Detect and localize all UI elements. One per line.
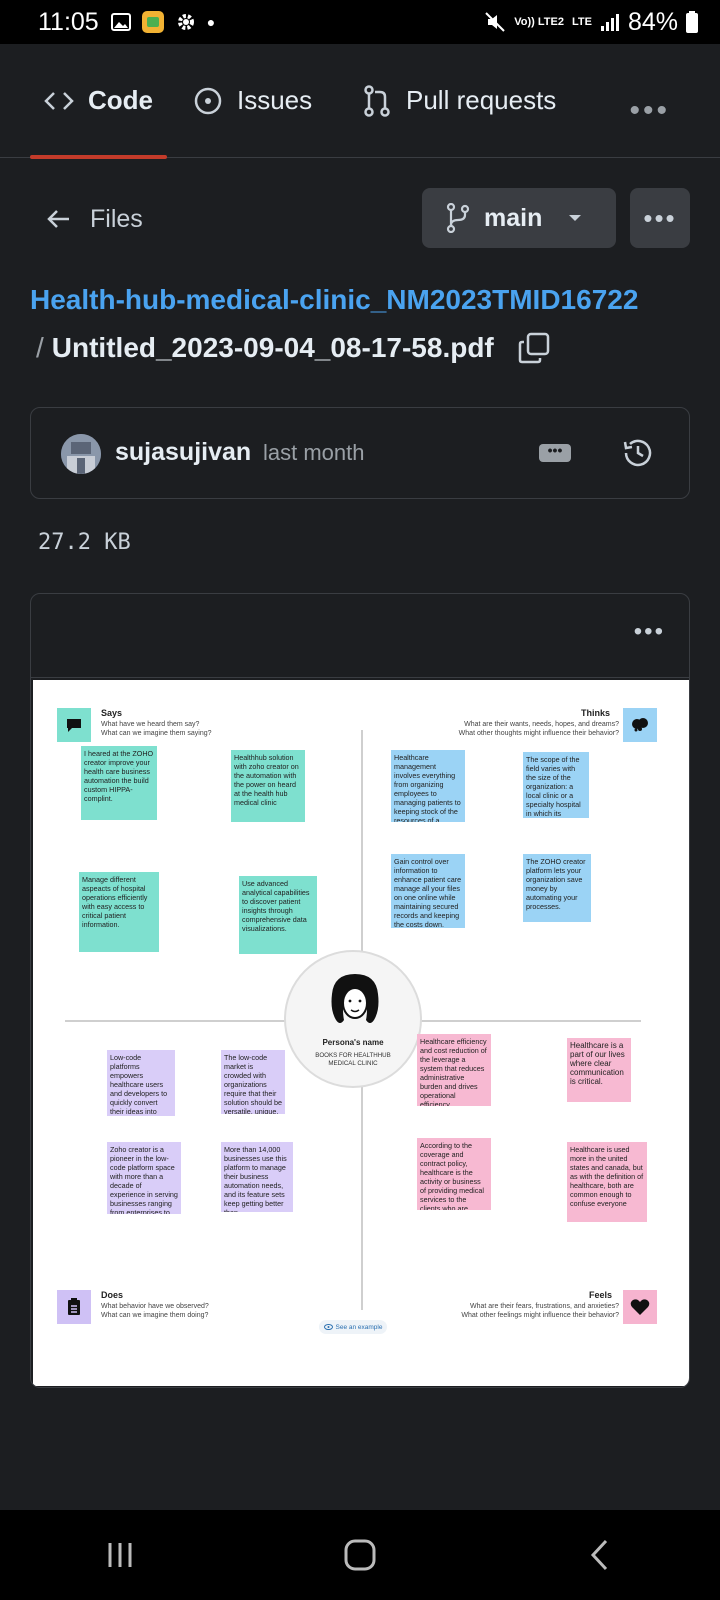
file-size: 27.2 KB (38, 530, 131, 555)
sticky-note: Gain control over information to enhance… (391, 854, 465, 928)
copy-icon[interactable] (518, 332, 550, 364)
status-time: 11:05 (38, 7, 99, 36)
branch-name: main (484, 203, 543, 232)
sticky-note: The ZOHO creator platform lets your orga… (523, 854, 591, 922)
arrow-left-icon (47, 210, 69, 228)
status-system-icons: Vo)) LTE2 LTE 84% (484, 8, 698, 37)
sticky-note: More than 14,000 businesses use this pla… (221, 1142, 293, 1212)
issue-icon (194, 87, 222, 114)
network-label: Vo)) LTE2 (514, 16, 564, 28)
signal-icon (600, 14, 619, 31)
does-sub-1: What behavior have we observed? (101, 1303, 209, 1310)
pdf-preview-card: ••• Says What have we heard them say? Wh… (30, 593, 690, 1388)
says-sub-1: What have we heard them say? (101, 721, 200, 728)
sticky-note: Healthcare efficiency and cost reduction… (417, 1034, 491, 1106)
thought-cloud-icon (623, 708, 657, 742)
game-app-icon (141, 11, 164, 33)
pdf-preview-header: ••• (31, 594, 689, 678)
tab-issues-label: Issues (237, 85, 313, 115)
back-button[interactable] (570, 1525, 630, 1585)
sticky-note: Healthcare management involves everythin… (391, 750, 465, 822)
recents-icon (108, 1543, 132, 1567)
recent-apps-button[interactable] (90, 1525, 150, 1585)
settings-gear-icon (177, 14, 194, 30)
tab-code-label: Code (88, 85, 153, 115)
commit-message-toggle[interactable]: ••• (539, 443, 571, 462)
commit-time: last month (263, 440, 365, 465)
latest-commit-card[interactable]: sujasujivan last month ••• (30, 407, 690, 499)
tab-pull-requests-label: Pull requests (406, 85, 557, 115)
sticky-note: Healthhub solution with zoho creator on … (231, 750, 305, 822)
status-notification-icons: ● (110, 10, 216, 34)
sticky-note: Zoho creator is a pioneer in the low-cod… (107, 1142, 181, 1214)
history-icon[interactable] (621, 436, 655, 470)
caret-down-icon (569, 215, 582, 221)
feels-sub-2: What other feelings might influence thei… (461, 1312, 619, 1319)
file-options-button[interactable]: ••• (630, 188, 690, 248)
speech-bubble-icon (57, 708, 91, 742)
battery-percent: 84% (627, 7, 678, 36)
code-icon (44, 91, 74, 110)
network-text: Vo)) LTE2 (514, 16, 564, 28)
heart-icon (623, 1290, 657, 1324)
sticky-note: Manage different aspeacts of hospital op… (79, 872, 159, 952)
persona-name: Persona's name (322, 1038, 384, 1047)
eye-icon (323, 1324, 333, 1330)
gallery-icon (110, 13, 131, 31)
persona-avatar-icon (331, 974, 379, 1023)
repo-tab-bar: Code Issues Pull requests ••• (0, 44, 720, 159)
pull-request-icon (364, 84, 390, 117)
feels-title: Feels (589, 1290, 613, 1300)
see-example-link[interactable]: See an example (319, 1320, 387, 1334)
says-sub-2: What can we imagine them saying? (101, 730, 212, 737)
sticky-note: Low-code platforms empowers healthcare u… (107, 1050, 175, 1116)
home-icon (344, 1539, 376, 1571)
persona-subtitle: BOOKS FOR HEALTHHUB MEDICAL CLINIC (315, 1052, 391, 1067)
thinks-sub-2: What other thoughts might influence thei… (458, 730, 619, 737)
sticky-note: I heared at the ZOHO creator improve you… (81, 746, 157, 820)
lte-label: LTE (571, 16, 592, 28)
back-files-label: Files (90, 204, 143, 233)
feels-sub-1: What are their fears, frustrations, and … (469, 1303, 619, 1310)
battery-icon (686, 11, 698, 33)
branch-selector[interactable]: main (422, 188, 616, 248)
path-separator: / (36, 332, 44, 363)
sticky-note: Healthcare is used more in the united st… (567, 1142, 647, 1222)
does-sub-2: What can we imagine them doing? (101, 1312, 209, 1319)
mute-icon (485, 12, 505, 32)
tabs-more-icon[interactable]: ••• (629, 94, 670, 128)
see-example-label: See an example (335, 1323, 383, 1331)
empathy-map-page[interactable]: Says What have we heard them say? What c… (33, 680, 689, 1386)
avatar (61, 434, 101, 474)
commit-author[interactable]: sujasujivan (115, 438, 251, 467)
thinks-sub-1: What are their wants, needs, hopes, and … (464, 721, 619, 728)
file-name: Untitled_2023-09-04_08-17-58.pdf (51, 332, 494, 363)
repo-name-link[interactable]: Health-hub-medical-clinic_NM2023TMID1672… (30, 284, 638, 316)
tab-issues[interactable]: Issues (193, 44, 312, 158)
dot-icon: ● (206, 14, 216, 30)
clipboard-icon (57, 1290, 91, 1324)
thinks-title: Thinks (581, 708, 611, 718)
back-chevron-icon (590, 1539, 608, 1571)
home-button[interactable] (330, 1525, 390, 1585)
sticky-note: The low-code market is crowded with orga… (221, 1050, 285, 1114)
file-toolbar: Files main ••• (30, 188, 690, 250)
status-bar: 11:05 ● Vo)) LTE2 LTE 84% (0, 0, 720, 44)
pdf-options-icon[interactable]: ••• (634, 618, 665, 646)
sticky-note: Use advanced analytical capabilities to … (239, 876, 317, 954)
does-title: Does (101, 1290, 124, 1300)
sticky-note: Healthcare is a part of our lives where … (567, 1038, 631, 1102)
tab-code[interactable]: Code (30, 44, 167, 159)
back-to-files-button[interactable]: Files (46, 188, 143, 250)
file-path: / Untitled_2023-09-04_08-17-58.pdf (36, 332, 550, 364)
tab-pull-requests[interactable]: Pull requests (362, 44, 556, 158)
persona-circle: Persona's name BOOKS FOR HEALTHHUB MEDIC… (284, 950, 422, 1088)
says-title: Says (101, 708, 123, 718)
sticky-note: According to the coverage and contract p… (417, 1138, 491, 1210)
git-branch-icon (446, 203, 470, 233)
sticky-note: The scope of the field varies with the s… (523, 752, 589, 818)
system-nav-bar (0, 1510, 720, 1600)
